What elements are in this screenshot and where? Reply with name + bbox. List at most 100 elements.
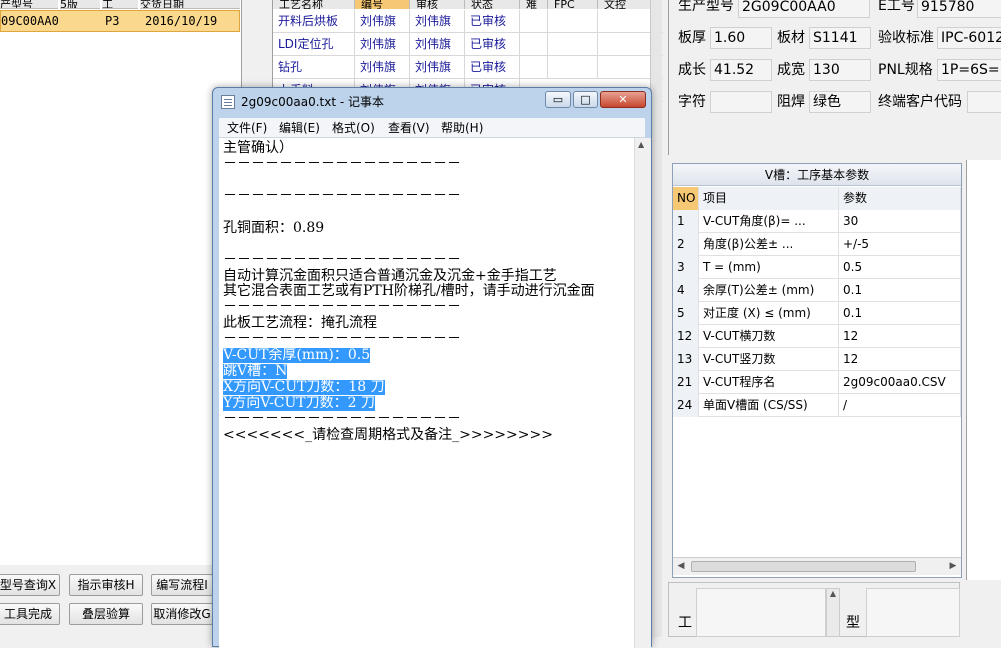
vcut-row-param: 0.1 bbox=[839, 279, 961, 302]
process-number: 刘伟旗 bbox=[355, 33, 410, 56]
table-row[interactable]: 24 单面V槽面 (CS/SS) / bbox=[673, 394, 961, 417]
scroll-thumb[interactable] bbox=[691, 561, 916, 572]
thickness-label: 板厚 bbox=[678, 30, 706, 46]
empty-cell bbox=[548, 10, 598, 33]
text-line: 主管确认） bbox=[223, 140, 293, 156]
menu-edit[interactable]: 编辑(E) bbox=[279, 120, 320, 136]
editor-scrollbar[interactable]: ▲ bbox=[634, 138, 651, 648]
vcut-row-item: V-CUT程序名 bbox=[699, 371, 839, 394]
menu-help[interactable]: 帮助(H) bbox=[441, 120, 483, 136]
length-label: 成长 bbox=[678, 62, 706, 78]
col-header-doc-control[interactable]: 文控 bbox=[598, 0, 653, 9]
board-info-panel: 生产型号 2G09C00AA0 E工号 915780 板厚 1.60 板材 S1… bbox=[668, 0, 1001, 155]
table-row[interactable]: 钻孔 刘伟旗 刘伟旗 已审核 bbox=[273, 56, 663, 79]
col-header-difficulty[interactable]: 难 bbox=[520, 0, 548, 9]
vcut-grid-scrollbar[interactable]: ◀ ▶ bbox=[673, 557, 961, 575]
vcut-row-no: 3 bbox=[673, 256, 699, 279]
table-row[interactable]: 开料后烘板 刘伟旗 刘伟旗 已审核 bbox=[273, 10, 663, 33]
minimize-icon[interactable]: ▭ bbox=[545, 91, 571, 108]
length-field[interactable]: 41.52 bbox=[710, 59, 772, 81]
text-line: －－－－－－－－－－－－－－－－－ bbox=[223, 411, 461, 427]
col-header-fpc[interactable]: FPC bbox=[548, 0, 598, 9]
text-line: －－－－－－－－－－－－－－－－－ bbox=[223, 331, 461, 347]
notepad-icon bbox=[221, 95, 235, 109]
table-row[interactable]: LDI定位孔 刘伟旗 刘伟旗 已审核 bbox=[273, 33, 663, 56]
table-row[interactable]: 3T = (mm) 0.5 bbox=[673, 256, 961, 279]
menu-file[interactable]: 文件(F) bbox=[227, 120, 267, 136]
maximize-icon[interactable]: □ bbox=[573, 91, 598, 108]
table-row[interactable]: 13 V-CUT竖刀数 12 bbox=[673, 348, 961, 371]
col-header-version[interactable]: 5版 bbox=[60, 0, 100, 9]
tool-complete-button[interactable]: 工具完成 bbox=[0, 603, 60, 625]
process-reviewer: 刘伟旗 bbox=[410, 10, 465, 33]
col-header-model[interactable]: 产型号 bbox=[0, 0, 58, 9]
col-header-process[interactable]: 工艺名称 bbox=[273, 0, 355, 9]
table-row[interactable]: 5 对正度 (X) ≤ (mm) 0.1 bbox=[673, 302, 961, 325]
material-label: 板材 bbox=[777, 30, 805, 46]
thickness-field[interactable]: 1.60 bbox=[710, 27, 772, 49]
standard-field[interactable]: IPC-6012 bbox=[937, 27, 1001, 49]
table-row[interactable]: 2 角度(β)公差± ... +/-5 bbox=[673, 233, 961, 256]
scroll-up-icon[interactable]: ▲ bbox=[638, 140, 644, 149]
bottom-left-field[interactable] bbox=[696, 588, 826, 637]
vcut-row-item: 对正度 (X) ≤ (mm) bbox=[699, 302, 839, 325]
table-row[interactable]: 21 V-CUT程序名 2g09c00aa0.CSV bbox=[673, 371, 961, 394]
bottom-left-scrollbar[interactable]: ▲ bbox=[826, 588, 840, 637]
menu-view[interactable]: 查看(V) bbox=[388, 120, 430, 136]
text-editor-area[interactable]: 主管确认） －－－－－－－－－－－－－－－－－ －－－－－－－－－－－－－－－－－孔… bbox=[219, 138, 634, 648]
col-header-param[interactable]: 参数 bbox=[839, 187, 961, 210]
close-icon[interactable]: ✕ bbox=[600, 91, 646, 108]
pnl-field[interactable]: 1P=6S=1 bbox=[937, 59, 1001, 81]
vcut-row-no: 2 bbox=[673, 233, 699, 256]
customer-code-field[interactable] bbox=[967, 91, 1001, 113]
process-table: 工艺名称 编号 审核 状态 难 FPC 文控 开料后烘板 刘伟旗 刘伟旗 已审核… bbox=[272, 0, 663, 102]
text-line: 跳V槽：N bbox=[223, 363, 288, 379]
process-status: 已审核 bbox=[465, 33, 520, 56]
col-header-item[interactable]: 项目 bbox=[699, 187, 839, 210]
vcut-row-item: V-CUT竖刀数 bbox=[699, 348, 839, 371]
col-header-review[interactable]: 审核 bbox=[410, 0, 465, 9]
vcut-row-param: 30 bbox=[839, 210, 961, 233]
text-line: <<<<<<<_请检查周期格式及备注_>>>>>>>> bbox=[223, 427, 553, 443]
edit-flow-button[interactable]: 编写流程I bbox=[151, 574, 213, 596]
material-field[interactable]: S1141 bbox=[809, 27, 871, 49]
pnl-label: PNL规格 bbox=[878, 62, 933, 78]
col-header-work[interactable]: 工 bbox=[102, 0, 138, 9]
vcut-row-item: 余厚(T)公差± (mm) bbox=[699, 279, 839, 302]
cancel-edit-button[interactable]: 取消修改G bbox=[151, 603, 213, 625]
col-header-date[interactable]: 交货日期 bbox=[140, 0, 240, 9]
width-field[interactable]: 130 bbox=[809, 59, 871, 81]
scroll-right-icon[interactable]: ▶ bbox=[945, 558, 961, 575]
menu-format[interactable]: 格式(O) bbox=[332, 120, 375, 136]
process-status: 已审核 bbox=[465, 56, 520, 79]
col-header-status[interactable]: 状态 bbox=[465, 0, 520, 9]
col-header-number[interactable]: 编号 bbox=[355, 0, 410, 9]
bottom-right-label: 型 bbox=[846, 615, 860, 631]
process-number: 刘伟旗 bbox=[355, 56, 410, 79]
vcut-row-item: V-CUT角度(β)= ... bbox=[699, 210, 839, 233]
scroll-up-icon[interactable]: ▲ bbox=[827, 589, 839, 601]
notepad-window[interactable]: 2g09c00aa0.txt - 记事本 ▭ □ ✕ 文件(F) 编辑(E) 格… bbox=[212, 87, 652, 648]
vcut-row-no: 4 bbox=[673, 279, 699, 302]
char-field[interactable] bbox=[710, 91, 772, 113]
table-row[interactable]: 4 余厚(T)公差± (mm) 0.1 bbox=[673, 279, 961, 302]
text-line: －－－－－－－－－－－－－－－－－ bbox=[223, 252, 461, 268]
customer-code-label: 终端客户代码 bbox=[878, 94, 962, 110]
vcut-row-no: 24 bbox=[673, 394, 699, 417]
table-row[interactable]: 1 V-CUT角度(β)= ... 30 bbox=[673, 210, 961, 233]
solder-mask-field[interactable]: 绿色 bbox=[809, 91, 871, 113]
stackup-check-button[interactable]: 叠层验算 bbox=[69, 603, 143, 625]
empty-cell bbox=[520, 33, 548, 56]
instruction-review-button[interactable]: 指示审核H bbox=[69, 574, 143, 596]
eno-field[interactable]: 915780 bbox=[917, 0, 1001, 18]
model-field[interactable]: 2G09C00AA0 bbox=[738, 0, 870, 18]
row-level: P3 bbox=[105, 11, 135, 31]
model-query-button[interactable]: 型号查询X bbox=[0, 574, 60, 596]
bottom-right-field[interactable] bbox=[866, 588, 960, 637]
table-row[interactable]: 12 V-CUT横刀数 12 bbox=[673, 325, 961, 348]
vcut-parameter-grid: V槽：工序基本参数 NO 项目 参数 1 V-CUT角度(β)= ... 30 2 角度… bbox=[672, 163, 962, 578]
standard-label: 验收标准 bbox=[878, 30, 934, 46]
col-header-no[interactable]: NO bbox=[673, 187, 699, 210]
scroll-left-icon[interactable]: ◀ bbox=[673, 558, 689, 575]
text-line: 此板工艺流程：掩孔流程 bbox=[223, 315, 377, 331]
